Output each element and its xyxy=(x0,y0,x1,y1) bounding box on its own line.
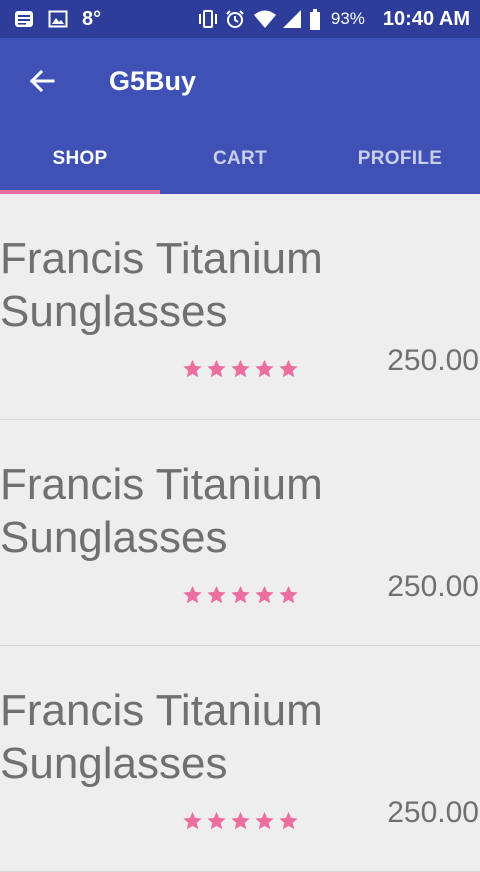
star-icon xyxy=(279,359,298,378)
vibrate-icon xyxy=(197,9,217,29)
battery-percent: 93% xyxy=(330,9,365,28)
product-name: Francis Titanium Sunglasses xyxy=(0,234,323,336)
alarm-icon xyxy=(225,9,245,29)
signal-icon xyxy=(281,9,301,29)
product-price: 250.00 xyxy=(387,796,479,829)
tab-cart[interactable]: CART xyxy=(160,132,320,194)
product-price: 250.00 xyxy=(387,344,479,377)
star-icon xyxy=(183,811,202,830)
star-icon xyxy=(279,811,298,830)
temperature-text: 8° xyxy=(82,7,102,30)
tab-shop-label: SHOP xyxy=(52,148,108,169)
product-list-item[interactable]: Francis Titanium Sunglasses 250.00 xyxy=(0,420,480,646)
app-bar: G5Buy SHOP CART PROFILE xyxy=(0,38,480,194)
product-name: Francis Titanium Sunglasses xyxy=(0,686,323,788)
wifi-icon xyxy=(253,9,276,29)
star-icon xyxy=(231,359,250,378)
image-icon xyxy=(48,9,68,29)
back-button[interactable] xyxy=(26,65,58,97)
star-icon xyxy=(207,585,226,604)
rating-stars xyxy=(181,810,300,832)
status-bar-right: 93% 10:40 AM xyxy=(197,0,470,38)
product-list: Francis Titanium Sunglasses 250.00 Franc… xyxy=(0,194,480,872)
star-icon xyxy=(231,585,250,604)
product-price: 250.00 xyxy=(387,570,479,603)
star-icon xyxy=(255,359,274,378)
rating-stars xyxy=(181,584,300,606)
star-icon xyxy=(255,585,274,604)
tab-shop[interactable]: SHOP xyxy=(0,132,160,194)
clock-time: 10:40 AM xyxy=(382,7,470,30)
status-bar: 8° 93% 10:40 AM xyxy=(0,0,480,38)
tab-cart-label: CART xyxy=(213,148,267,169)
tab-profile[interactable]: PROFILE xyxy=(320,132,480,194)
message-icon xyxy=(14,9,34,29)
star-icon xyxy=(183,585,202,604)
star-icon xyxy=(279,585,298,604)
star-icon xyxy=(231,811,250,830)
app-title: G5Buy xyxy=(109,66,197,96)
star-icon xyxy=(255,811,274,830)
product-list-item[interactable]: Francis Titanium Sunglasses 250.00 xyxy=(0,194,480,420)
status-bar-left: 8° xyxy=(14,0,101,38)
star-icon xyxy=(183,359,202,378)
product-list-item[interactable]: Francis Titanium Sunglasses 250.00 xyxy=(0,646,480,872)
star-icon xyxy=(207,811,226,830)
tab-profile-label: PROFILE xyxy=(357,148,443,169)
rating-stars xyxy=(181,358,300,380)
product-name: Francis Titanium Sunglasses xyxy=(0,460,323,562)
back-arrow-icon xyxy=(26,69,58,101)
tab-bar: SHOP CART PROFILE xyxy=(0,132,480,194)
battery-icon xyxy=(309,9,321,30)
star-icon xyxy=(207,359,226,378)
